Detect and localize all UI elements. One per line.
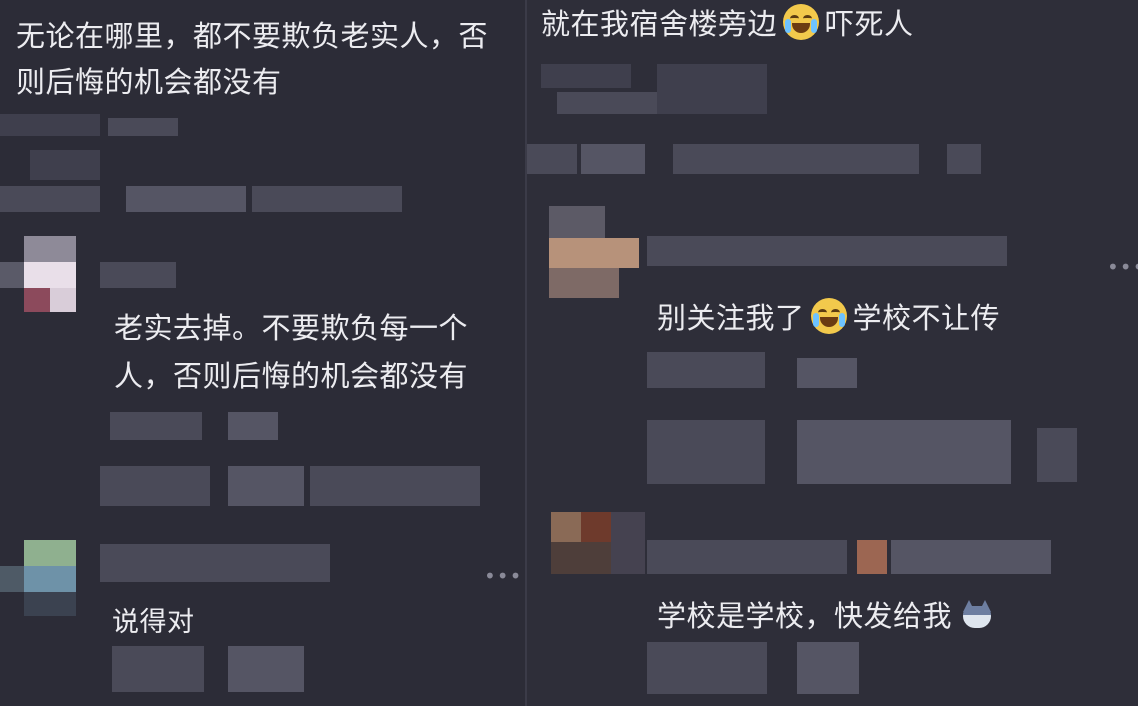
blurred-meta [228, 412, 278, 440]
blurred-meta [657, 64, 767, 114]
laugh-cry-emoji-icon [810, 298, 847, 334]
blurred-meta [310, 466, 480, 506]
blurred-meta [647, 642, 767, 694]
blurred-meta [541, 64, 631, 88]
blurred-meta [0, 114, 100, 136]
blurred-meta [228, 646, 304, 692]
blurred-meta [797, 642, 859, 694]
blurred-meta [112, 646, 204, 692]
left-comment-panel: 无论在哪里，都不要欺负老实人，否 则后悔的机会都没有 老实去掉。不要欺负每一个 … [0, 0, 525, 706]
comment-text-line-2: 人，否则后悔的机会都没有 [114, 359, 469, 393]
right-comment-panel: 就在我宿舍楼旁边 吓死人 ••• 别关注我了 学校不让传 学校是学校，快发给我 [527, 0, 1138, 706]
blurred-username [100, 262, 176, 288]
blurred-username [100, 544, 330, 582]
blurred-meta [100, 466, 210, 506]
blurred-meta [108, 118, 178, 136]
blurred-meta [1037, 428, 1077, 482]
blurred-meta [797, 420, 1011, 484]
more-options-icon[interactable]: ••• [484, 566, 522, 586]
blurred-meta [126, 186, 246, 212]
blurred-meta [0, 186, 100, 212]
blurred-meta [228, 466, 304, 506]
comment-text-part-b: 学校不让传 [852, 301, 1001, 335]
blurred-meta [947, 144, 981, 174]
laugh-cry-emoji-icon [783, 4, 820, 40]
blurred-meta [647, 352, 765, 388]
avatar[interactable] [549, 206, 645, 298]
blurred-username [891, 540, 1051, 574]
blurred-meta [647, 420, 765, 484]
cat-emoji-icon [960, 600, 994, 630]
blurred-meta [527, 144, 577, 174]
post-text-line-2: 则后悔的机会都没有 [16, 65, 282, 99]
comment-text: 别关注我了 学校不让传 [657, 296, 1000, 341]
post-text-line-1: 无论在哪里，都不要欺负老实人，否 [16, 19, 489, 53]
blurred-meta [673, 144, 919, 174]
avatar[interactable] [0, 236, 100, 312]
post-text-part-a: 就在我宿舍楼旁边 [541, 7, 778, 41]
comment-text: 说得对 [112, 607, 195, 638]
post-text-part-b: 吓死人 [825, 7, 914, 41]
blurred-username [647, 236, 1007, 266]
blurred-meta [557, 92, 657, 114]
comment-text-part-a: 别关注我了 [657, 301, 805, 335]
comment-text-line-1: 老实去掉。不要欺负每一个 [114, 311, 469, 345]
blurred-meta [797, 358, 857, 388]
blurred-meta [581, 144, 645, 174]
blurred-meta [110, 412, 202, 440]
more-options-icon[interactable]: ••• [1107, 257, 1138, 277]
blurred-username [647, 540, 847, 574]
comment-text-main: 学校是学校，快发给我 [657, 599, 953, 633]
comment-text: 学校是学校，快发给我 [657, 594, 994, 639]
avatar[interactable] [0, 540, 100, 616]
avatar[interactable] [551, 512, 645, 574]
post-text: 就在我宿舍楼旁边 吓死人 [541, 2, 914, 47]
blurred-meta [252, 186, 402, 212]
blurred-meta [30, 150, 100, 180]
blurred-username [857, 540, 887, 574]
